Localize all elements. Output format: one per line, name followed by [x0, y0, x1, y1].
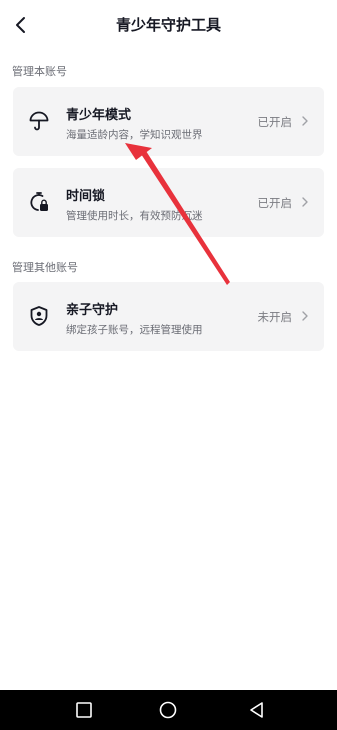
card-parental-guard[interactable]: 亲子守护 绑定孩子账号，远程管理使用 未开启: [13, 282, 324, 351]
status-text: 已开启: [257, 115, 293, 129]
card-title: 青少年模式: [66, 108, 132, 123]
system-navbar: [0, 690, 337, 730]
circle-home-icon[interactable]: [158, 700, 178, 720]
chevron-right-icon: [302, 311, 308, 321]
timer-lock-icon: [27, 190, 51, 214]
square-recent-icon[interactable]: [74, 700, 94, 720]
status-text: 未开启: [257, 310, 293, 324]
card-description: 绑定孩子账号，远程管理使用: [66, 324, 203, 336]
umbrella-icon: [27, 109, 51, 133]
shield-user-icon: [27, 304, 51, 328]
header: 青少年守护工具: [0, 0, 337, 50]
chevron-right-icon: [302, 116, 308, 126]
card-description: 海量适龄内容，学知识观世界: [66, 129, 203, 141]
triangle-back-icon[interactable]: [247, 700, 267, 720]
section-label-own-account: 管理本账号: [12, 65, 67, 78]
page-title: 青少年守护工具: [115, 16, 221, 34]
card-title: 亲子守护: [66, 303, 119, 318]
screen: 青少年守护工具 管理本账号 青少年模式 海量适龄内容，学知识观世界 已开启 时间…: [0, 0, 337, 730]
card-title: 时间锁: [66, 189, 106, 204]
card-teen-mode[interactable]: 青少年模式 海量适龄内容，学知识观世界 已开启: [13, 87, 324, 156]
section-label-other-accounts: 管理其他账号: [12, 261, 78, 274]
status-text: 已开启: [257, 196, 293, 210]
chevron-right-icon: [302, 197, 308, 207]
card-time-lock[interactable]: 时间锁 管理使用时长，有效预防沉迷 已开启: [13, 168, 324, 237]
card-description: 管理使用时长，有效预防沉迷: [66, 210, 203, 222]
